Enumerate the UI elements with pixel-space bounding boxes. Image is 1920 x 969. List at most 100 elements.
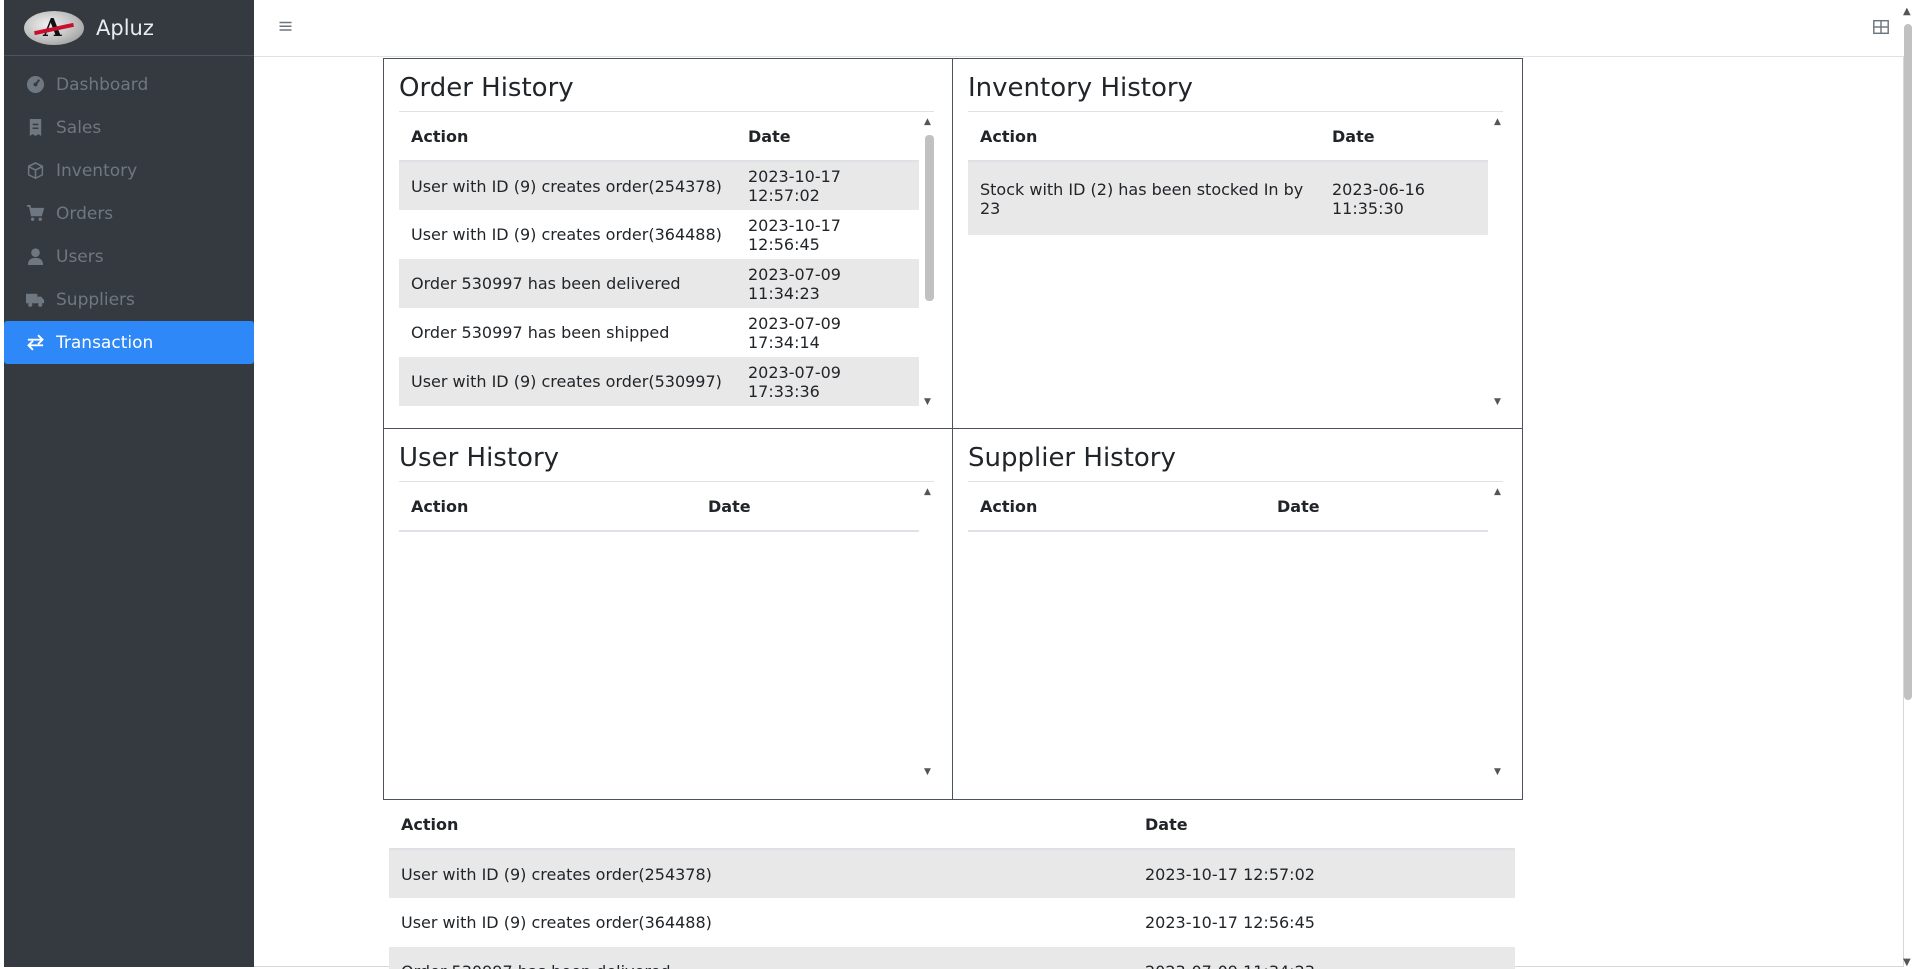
cell-action: Order 530997 has been delivered [399,259,736,308]
sidebar-item-users[interactable]: Users [4,235,254,278]
supplier-history-scrollbar[interactable]: ▲ ▼ [1494,487,1504,777]
box-icon [24,160,46,182]
column-header-date: Date [1133,800,1515,850]
fullscreen-grid-icon[interactable] [1872,18,1894,40]
exchange-icon [24,332,46,354]
sidebar-item-inventory[interactable]: Inventory [4,149,254,192]
page-scrollbar[interactable]: ▲ ▼ [1902,6,1914,968]
scrollbar-thumb[interactable] [925,135,934,301]
scroll-up-arrow-icon[interactable]: ▲ [1494,487,1501,497]
scrollbar-thumb[interactable] [1904,24,1912,700]
sidebar-item-dashboard[interactable]: Dashboard [4,63,254,106]
panel-title: Order History [399,73,574,103]
panel-title: Supplier History [968,443,1176,473]
cell-date: 2023-10-17 12:57:02 [1133,849,1515,898]
table-row: Order 530997 has been shipped 2023-07-09… [399,308,919,357]
scroll-down-arrow-icon[interactable]: ▼ [1494,767,1501,777]
panel-title: User History [399,443,560,473]
supplier-history-table-container[interactable]: Action Date [968,481,1503,781]
table-row: Order 530997 has been delivered 2023-07-… [399,259,919,308]
table-header-row: Action Date [399,112,919,162]
sidebar-item-label: Users [56,246,104,267]
inventory-history-table: Action Date Stock with ID (2) has been s… [968,112,1488,235]
user-icon [24,246,46,268]
table-row: User with ID (9) creates order(254378) 2… [399,161,919,210]
brand[interactable]: A Apluz [4,0,254,56]
column-header-action: Action [389,800,1133,850]
supplier-history-panel: Supplier History Action Date ▲ ▼ [952,428,1523,800]
sidebar-item-label: Transaction [56,332,154,353]
sidebar-item-label: Sales [56,117,102,138]
column-header-date: Date [1320,112,1488,162]
cart-icon [24,203,46,225]
inventory-history-table-container[interactable]: Action Date Stock with ID (2) has been s… [968,111,1503,411]
table-header-row: Action Date [968,482,1488,532]
sidebar-item-label: Orders [56,203,114,224]
sidebar-item-sales[interactable]: Sales [4,106,254,149]
sidebar-nav: Dashboard Sales Inventory Orders Users S… [4,56,254,364]
order-history-table-container[interactable]: Action Date User with ID (9) creates ord… [399,111,934,411]
table-header-row: Action Date [389,800,1515,850]
cell-action: User with ID (9) creates order(364488) [401,913,712,932]
column-header-date: Date [1265,482,1488,532]
truck-icon [24,289,46,311]
order-history-table: Action Date User with ID (9) creates ord… [399,112,919,406]
table-row: User with ID (9) creates order(364488) 2… [399,210,919,259]
top-navbar [254,0,1904,57]
cell-action: User with ID (9) creates order(254378) [389,849,1133,898]
cell-date: 2023-06-16 11:35:30 [1320,161,1488,235]
cell-action: User with ID (9) creates order(364488) [411,225,722,244]
column-header-action: Action [399,482,696,532]
user-history-panel: User History Action Date ▲ ▼ [383,428,953,800]
scroll-up-arrow-icon[interactable]: ▲ [1903,6,1911,17]
cell-action: User with ID (9) creates order(254378) [399,161,736,210]
table-header-row: Action Date [968,112,1488,162]
scroll-down-arrow-icon[interactable]: ▼ [924,767,931,777]
cell-date: 2023-10-17 12:56:45 [748,215,841,254]
panel-title: Inventory History [968,73,1193,103]
table-header-row: Action Date [399,482,919,532]
cell-action: Stock with ID (2) has been stocked In by… [968,161,1320,235]
cell-date: 2023-10-17 12:57:02 [736,161,919,210]
table-row: User with ID (9) creates order(254378) 2… [389,849,1515,898]
user-history-table-container[interactable]: Action Date [399,481,934,781]
cell-date: 2023-07-09 11:34:23 [736,259,919,308]
receipt-icon [24,117,46,139]
cell-action: User with ID (9) creates order(530997) [399,357,736,406]
table-row: User with ID (9) creates order(364488) 2… [389,898,1515,947]
table-row: Stock with ID (2) has been stocked In by… [968,161,1488,235]
app-logo: A [24,10,84,45]
sidebar: A Apluz Dashboard Sales Inventory [4,0,254,967]
column-header-action: Action [399,112,736,162]
cell-action: Order 530997 has been delivered [389,947,1133,969]
scroll-up-arrow-icon[interactable]: ▲ [1494,117,1501,127]
column-header-action: Action [968,112,1320,162]
sidebar-item-suppliers[interactable]: Suppliers [4,278,254,321]
cell-action: Order 530997 has been shipped [411,323,670,342]
inventory-history-scrollbar[interactable]: ▲ ▼ [1494,117,1504,407]
column-header-action: Action [968,482,1265,532]
sidebar-item-label: Suppliers [56,289,135,310]
scroll-up-arrow-icon[interactable]: ▲ [924,487,931,497]
column-header-date: Date [736,112,919,162]
table-row: User with ID (9) creates order(530997) 2… [399,357,919,406]
cell-date: 2023-07-09 17:34:14 [748,313,841,352]
user-history-scrollbar[interactable]: ▲ ▼ [924,487,934,777]
cell-date: 2023-07-09 17:33:36 [736,357,919,406]
scroll-down-arrow-icon[interactable]: ▼ [924,397,931,407]
sidebar-item-orders[interactable]: Orders [4,192,254,235]
user-history-table: Action Date [399,482,919,532]
dashboard-icon [24,74,46,96]
column-header-date: Date [696,482,919,532]
transactions-table: Action Date User with ID (9) creates ord… [389,800,1515,969]
inventory-history-panel: Inventory History Action Date Stock with… [952,58,1523,429]
scroll-down-arrow-icon[interactable]: ▼ [1903,957,1911,968]
scroll-down-arrow-icon[interactable]: ▼ [1494,397,1501,407]
order-history-scrollbar[interactable]: ▲ ▼ [924,117,934,407]
app-name: Apluz [96,15,154,40]
menu-toggle-icon[interactable] [278,17,302,41]
table-row: Order 530997 has been delivered 2023-07-… [389,947,1515,969]
supplier-history-table: Action Date [968,482,1488,532]
sidebar-item-transaction[interactable]: Transaction [4,321,254,364]
scroll-up-arrow-icon[interactable]: ▲ [924,117,931,127]
